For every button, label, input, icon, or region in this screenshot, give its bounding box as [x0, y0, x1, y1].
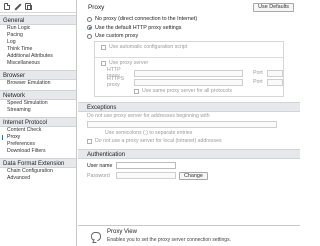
use-proxy-server-label: Use proxy server — [109, 60, 149, 66]
password-label: Password — [87, 172, 110, 179]
document-icon[interactable] — [4, 2, 10, 10]
no-proxy-label: No proxy (direct connection to the Inter… — [95, 16, 198, 23]
https-proxy-label: HTTPS proxy — [107, 76, 125, 88]
sidebar-item-pacing[interactable]: Pacing — [0, 32, 76, 39]
user-name-row: User name — [87, 161, 300, 171]
info-text: Proxy View Enables you to set the proxy … — [107, 229, 231, 243]
exceptions-section-header: Exceptions — [78, 101, 300, 112]
sidebar-item-advanced[interactable]: Advanced — [0, 175, 76, 182]
proxy-mode-group: No proxy (direct connection to the Inter… — [78, 15, 300, 97]
sidebar-item-browser-emulation[interactable]: Browser Emulation — [0, 80, 76, 87]
main-panel: Proxy Use Defaults No proxy (direct conn… — [78, 0, 300, 246]
sidebar-section-general[interactable]: General — [0, 15, 76, 25]
sidebar-item-speed-simulation[interactable]: Speed Simulation — [0, 100, 76, 107]
sidebar-section-data-format-extension[interactable]: Data Format Extension — [0, 158, 76, 168]
custom-proxy-radio[interactable] — [87, 33, 92, 39]
sidebar-section-network[interactable]: Network — [0, 90, 76, 100]
no-proxy-option[interactable]: No proxy (direct connection to the Inter… — [87, 15, 300, 24]
sidebar-item-think-time[interactable]: Think Time — [0, 46, 76, 53]
sidebar-section-internet-protocol[interactable]: Internet Protocol — [0, 117, 76, 127]
user-name-input[interactable] — [116, 162, 176, 169]
auto-config-checkbox[interactable] — [101, 44, 106, 50]
use-proxy-server-checkbox[interactable] — [101, 60, 106, 66]
info-title: Proxy View — [107, 229, 137, 235]
auto-config-row[interactable]: Use automatic configuration script — [95, 42, 283, 53]
main-header: Proxy Use Defaults — [78, 0, 300, 15]
exceptions-hint: Use semicolons (;) to separate entries — [105, 129, 193, 136]
password-row: Password Change — [87, 171, 300, 181]
same-proxy-label: Use same proxy server for all protocols — [142, 88, 232, 94]
https-port-input[interactable] — [267, 78, 284, 86]
copy-icon[interactable] — [25, 2, 32, 10]
https-proxy-row: HTTPS proxy Port — [95, 76, 284, 88]
local-addresses-row[interactable]: Do not use a proxy server for local (int… — [87, 137, 300, 146]
custom-proxy-label: Use custom proxy — [95, 33, 139, 40]
sidebar-item-content-check[interactable]: Content Check — [0, 127, 76, 134]
user-name-label: User name — [87, 162, 113, 169]
exceptions-input[interactable] — [87, 120, 277, 128]
http-port-label: Port — [253, 70, 263, 76]
sidebar-item-additional-attributes[interactable]: Additional Attributes — [0, 53, 76, 60]
sidebar-item-log[interactable]: Log — [0, 39, 76, 46]
sidebar-section-browser[interactable]: Browser — [0, 70, 76, 80]
exceptions-description: Do not use proxy server for addresses be… — [87, 112, 210, 119]
sidebar-item-download-filters[interactable]: Download Filters — [0, 148, 76, 155]
default-proxy-option[interactable]: Use the default HTTP proxy settings — [87, 24, 300, 33]
info-description: Enables you to set the proxy server conn… — [107, 237, 231, 243]
sidebar-item-run-logic[interactable]: Run Logic — [0, 25, 76, 32]
http-proxy-input[interactable] — [133, 69, 244, 77]
info-panel: Proxy View Enables you to set the proxy … — [78, 225, 300, 246]
password-input[interactable] — [116, 172, 176, 179]
sidebar-toolbar — [0, 0, 76, 13]
https-proxy-input[interactable] — [133, 78, 244, 86]
custom-proxy-option[interactable]: Use custom proxy — [87, 32, 300, 41]
default-proxy-radio[interactable] — [87, 25, 92, 31]
authentication-section-header: Authentication — [78, 148, 300, 159]
sidebar-item-preferences[interactable]: Preferences — [0, 141, 76, 148]
http-port-input[interactable] — [267, 69, 284, 77]
authentication-section: User name Password Change — [78, 159, 300, 181]
default-proxy-label: Use the default HTTP proxy settings — [95, 24, 182, 31]
auto-config-label: Use automatic configuration script — [109, 44, 188, 50]
page-title: Proxy — [88, 4, 105, 11]
sidebar-item-proxy[interactable]: Proxy — [0, 134, 76, 141]
speech-bubble-icon — [91, 231, 101, 241]
change-password-button[interactable]: Change — [179, 171, 208, 180]
sidebar-item-streaming[interactable]: Streaming — [0, 107, 76, 114]
use-defaults-button[interactable]: Use Defaults — [253, 3, 294, 12]
local-addresses-checkbox[interactable] — [87, 138, 92, 144]
custom-proxy-settings: Use automatic configuration script Use p… — [94, 40, 284, 97]
exceptions-section: Do not use proxy server for addresses be… — [78, 112, 300, 146]
sidebar-item-miscellaneous[interactable]: Miscellaneous — [0, 60, 76, 67]
sidebar-item-chain-configuration[interactable]: Chain Configuration — [0, 168, 76, 175]
edit-icon[interactable] — [14, 3, 21, 10]
exceptions-input-row — [87, 120, 300, 129]
same-proxy-checkbox[interactable] — [134, 88, 139, 94]
local-addresses-label: Do not use a proxy server for local (int… — [95, 138, 222, 145]
sidebar: General Run Logic Pacing Log Think Time … — [0, 0, 77, 246]
https-port-label: Port — [253, 79, 263, 85]
no-proxy-radio[interactable] — [87, 16, 92, 22]
